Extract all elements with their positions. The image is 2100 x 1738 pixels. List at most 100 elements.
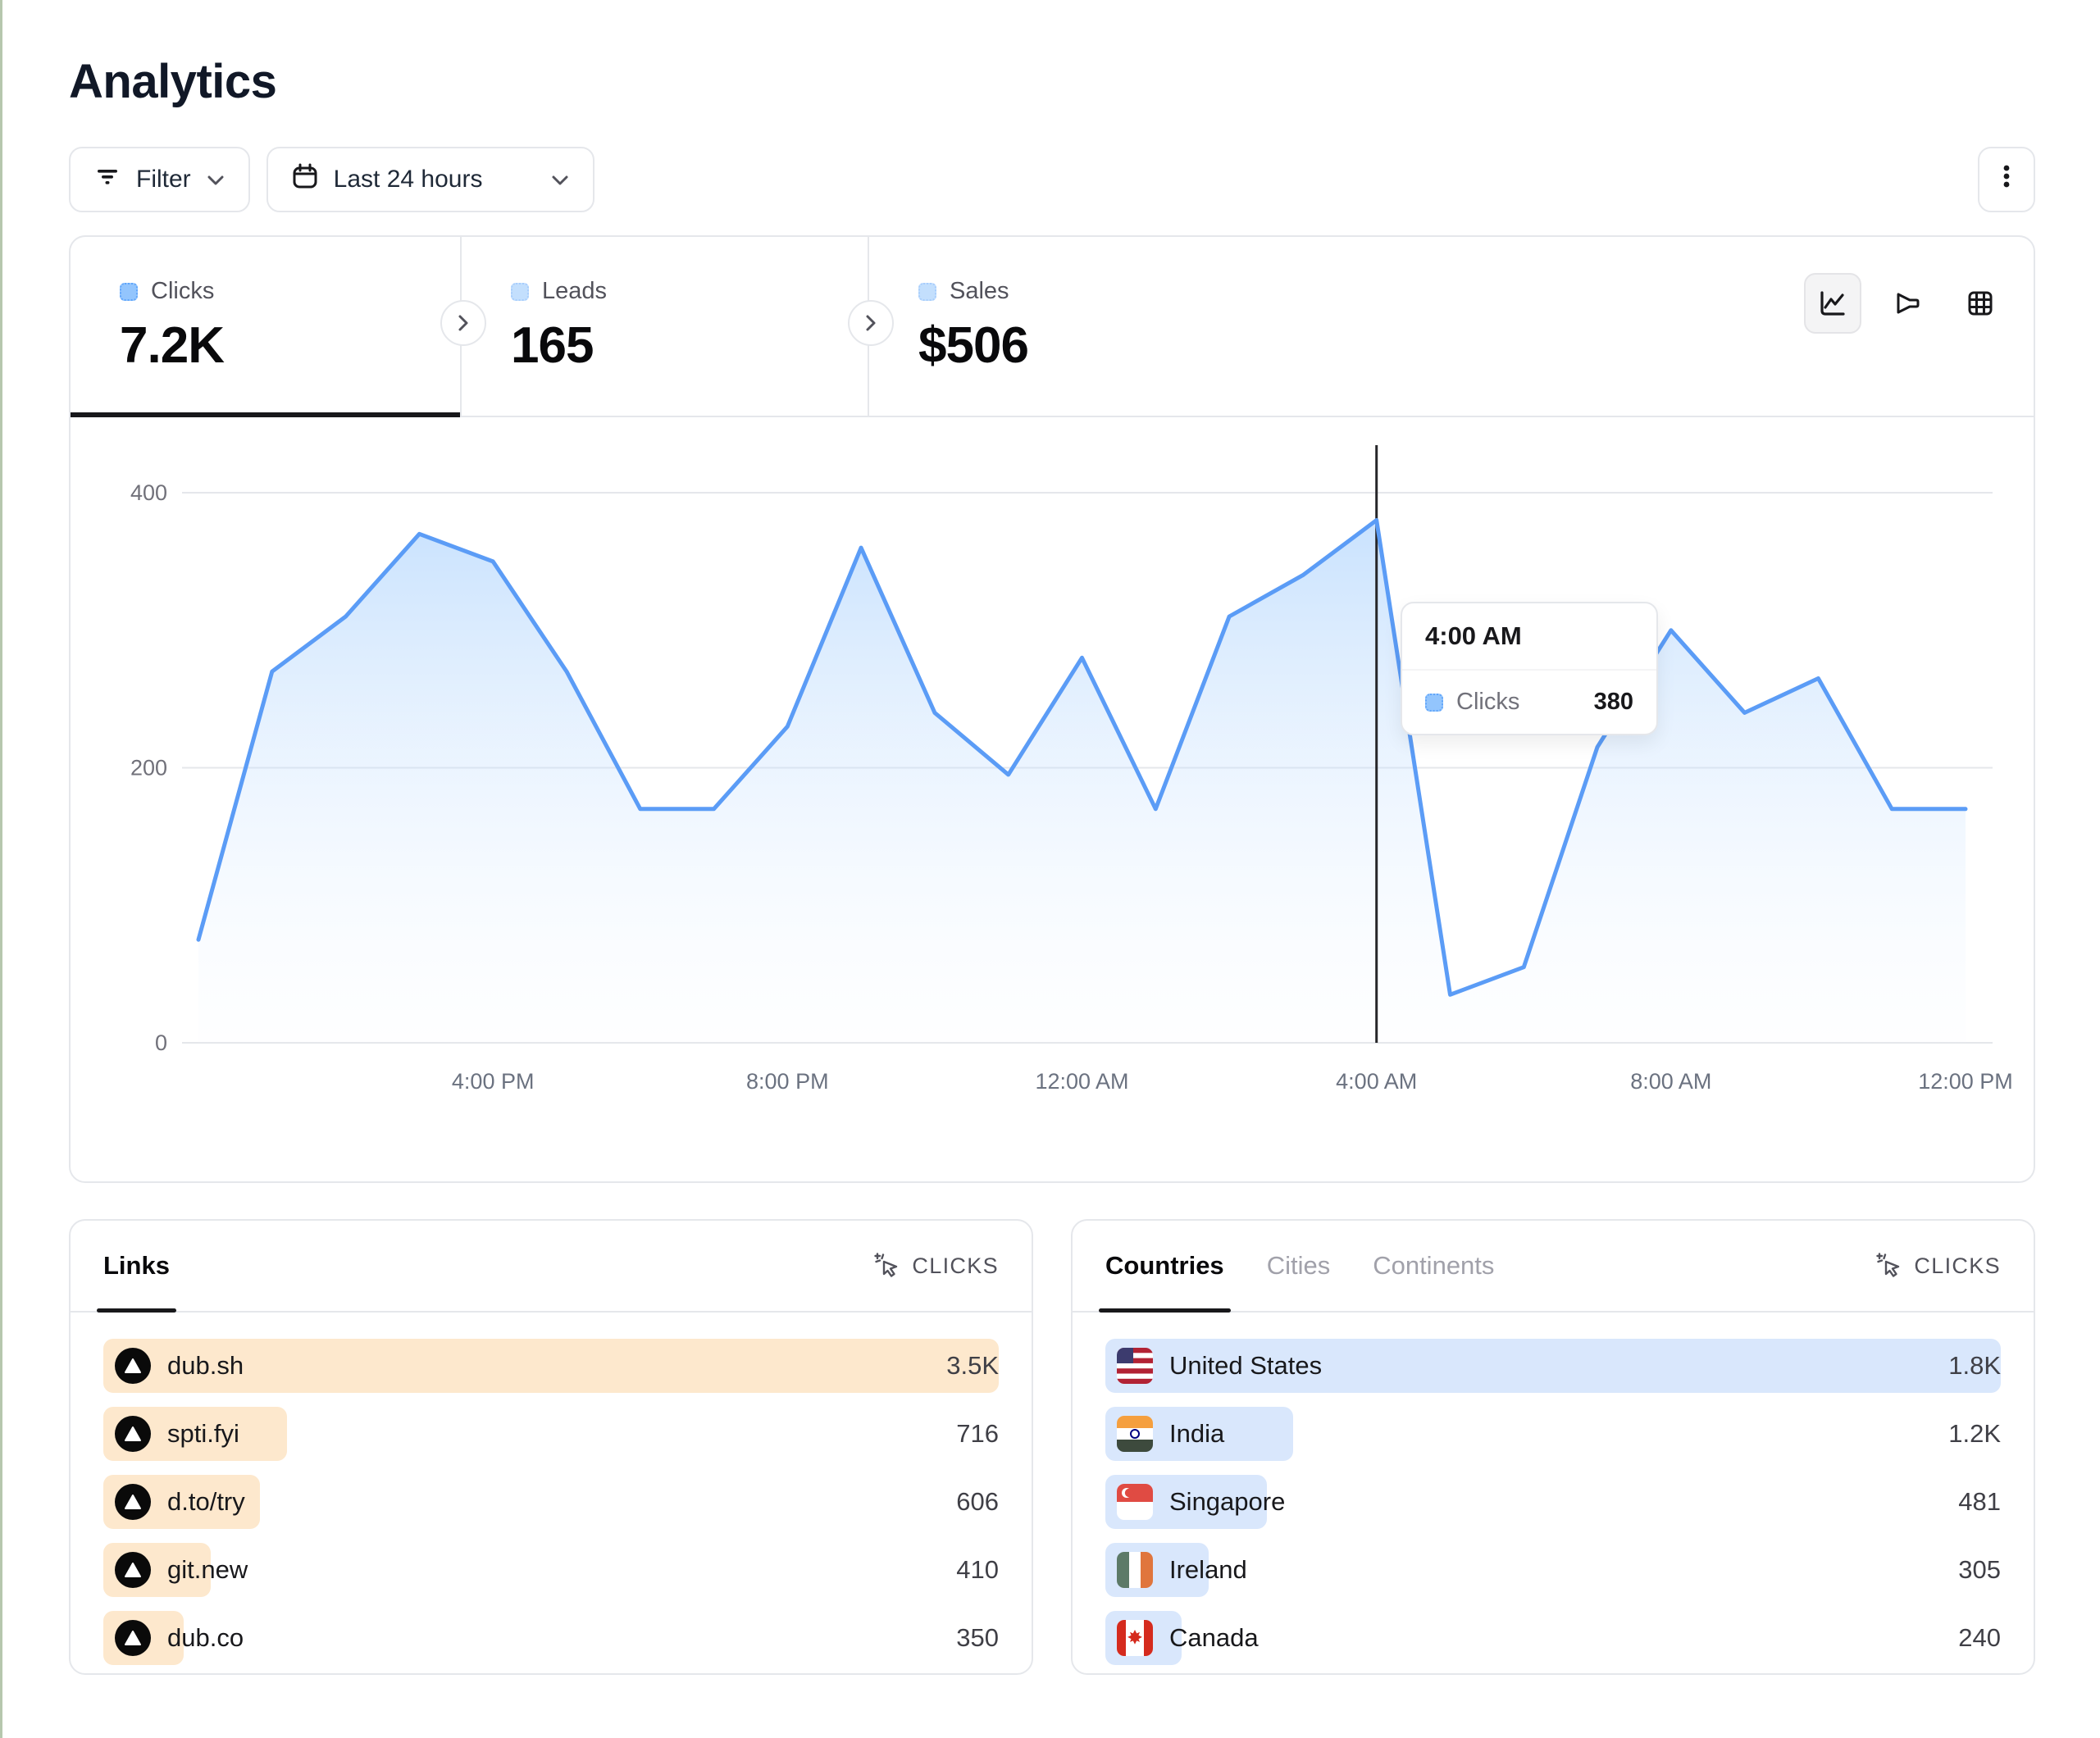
y-axis-tick-label: 400 xyxy=(130,480,167,505)
link-row[interactable]: git.new 410 xyxy=(103,1543,999,1597)
x-axis-tick-label: 4:00 PM xyxy=(452,1069,535,1094)
flag-india-icon xyxy=(1117,1416,1153,1452)
tab-continents-label: Continents xyxy=(1373,1251,1494,1281)
flag-ireland-icon xyxy=(1117,1552,1153,1588)
country-label: United States xyxy=(1169,1351,1322,1381)
analytics-page: Analytics Filter xyxy=(0,0,2100,1675)
link-label: dub.co xyxy=(167,1623,244,1653)
country-clicks-value: 1.8K xyxy=(1948,1351,2001,1381)
tooltip-time: 4:00 AM xyxy=(1402,603,1656,671)
line-chart-icon xyxy=(1817,288,1848,319)
country-row[interactable]: India 1.2K xyxy=(1105,1407,2001,1461)
chevron-down-icon xyxy=(206,166,225,193)
funnel-icon xyxy=(1891,288,1922,319)
page-title: Analytics xyxy=(69,54,2035,109)
country-clicks-value: 305 xyxy=(1958,1555,2001,1585)
filter-button-label: Filter xyxy=(136,166,191,193)
metric-label: Clicks xyxy=(151,278,214,305)
dub-logo-icon xyxy=(115,1484,151,1520)
cursor-click-icon xyxy=(1876,1253,1902,1279)
country-row[interactable]: Canada 240 xyxy=(1105,1611,2001,1665)
chart-tooltip: 4:00 AM Clicks 380 xyxy=(1401,602,1658,735)
link-row[interactable]: dub.sh 3.5K xyxy=(103,1339,999,1393)
clicks-series-chip-icon xyxy=(120,283,138,301)
y-axis-tick-label: 200 xyxy=(130,756,167,780)
links-metric-header[interactable]: CLICKS xyxy=(874,1253,999,1279)
tab-continents[interactable]: Continents xyxy=(1373,1221,1494,1311)
dub-logo-icon xyxy=(115,1620,151,1656)
country-label: India xyxy=(1169,1419,1224,1449)
grid-table-icon xyxy=(1965,288,1996,319)
y-axis-tick-label: 0 xyxy=(155,1031,167,1055)
flag-us-icon xyxy=(1117,1348,1153,1384)
analytics-card: Clicks 7.2K Leads 165 Sales $506 xyxy=(69,235,2035,1183)
metric-value: 7.2K xyxy=(120,316,460,375)
link-label: dub.sh xyxy=(167,1351,244,1381)
line-chart-view-button[interactable] xyxy=(1804,273,1861,334)
funnel-view-button[interactable] xyxy=(1878,273,1935,334)
tab-links[interactable]: Links xyxy=(103,1221,170,1311)
chart-view-mode-group xyxy=(1804,273,2009,334)
countries-metric-header[interactable]: CLICKS xyxy=(1876,1253,2001,1279)
tab-cities-label: Cities xyxy=(1267,1251,1331,1281)
country-row[interactable]: Singapore 481 xyxy=(1105,1475,2001,1529)
metric-label: Leads xyxy=(542,278,607,305)
link-clicks-value: 350 xyxy=(956,1623,999,1653)
tooltip-series-label: Clicks xyxy=(1456,689,1519,716)
country-label: Singapore xyxy=(1169,1487,1285,1517)
flag-canada-icon xyxy=(1117,1620,1153,1656)
x-axis-tick-label: 8:00 PM xyxy=(746,1069,829,1094)
country-clicks-value: 240 xyxy=(1958,1623,2001,1653)
countries-card-header: Countries Cities Continents CLICKS xyxy=(1073,1221,2034,1313)
links-card-header: Links CLICKS xyxy=(71,1221,1032,1313)
date-range-label: Last 24 hours xyxy=(334,166,483,193)
sales-series-chip-icon xyxy=(918,283,936,301)
flag-singapore-icon xyxy=(1117,1484,1153,1520)
link-clicks-value: 606 xyxy=(956,1487,999,1517)
chevron-right-icon xyxy=(863,313,879,333)
link-row[interactable]: dub.co 350 xyxy=(103,1611,999,1665)
clicks-series-chip-icon xyxy=(1425,694,1443,712)
date-range-button[interactable]: Last 24 hours xyxy=(266,147,594,212)
tab-links-label: Links xyxy=(103,1251,170,1281)
filter-icon xyxy=(93,162,121,197)
dub-logo-icon xyxy=(115,1552,151,1588)
link-label: git.new xyxy=(167,1555,248,1585)
countries-metric-header-label: CLICKS xyxy=(1914,1253,2001,1279)
clicks-chart-area: 02004004:00 PM8:00 PM12:00 AM4:00 AM8:00… xyxy=(71,417,2034,1181)
tab-countries-label: Countries xyxy=(1105,1251,1224,1281)
country-clicks-value: 1.2K xyxy=(1948,1419,2001,1449)
tab-clicks[interactable]: Clicks 7.2K xyxy=(71,237,462,416)
links-list: dub.sh 3.5K spti.fyi 716 d xyxy=(71,1313,1032,1665)
link-label: spti.fyi xyxy=(167,1419,239,1449)
breakdown-cards: Links CLICKS dub.sh 3.5 xyxy=(69,1219,2035,1675)
tab-leads[interactable]: Leads 165 xyxy=(462,237,869,416)
tab-countries[interactable]: Countries xyxy=(1105,1221,1224,1311)
filter-button[interactable]: Filter xyxy=(69,147,250,212)
metric-tabs: Clicks 7.2K Leads 165 Sales $506 xyxy=(71,237,2034,417)
metric-label: Sales xyxy=(950,278,1009,305)
leads-series-chip-icon xyxy=(511,283,529,301)
link-row[interactable]: spti.fyi 716 xyxy=(103,1407,999,1461)
x-axis-tick-label: 12:00 PM xyxy=(1918,1069,2013,1094)
tooltip-value: 380 xyxy=(1594,689,1633,716)
clicks-area-fill xyxy=(198,521,1966,1044)
tab-cities[interactable]: Cities xyxy=(1267,1221,1331,1311)
dub-logo-icon xyxy=(115,1416,151,1452)
kebab-menu-icon xyxy=(1989,159,2024,200)
country-label: Canada xyxy=(1169,1623,1259,1653)
x-axis-tick-label: 4:00 AM xyxy=(1336,1069,1417,1094)
screen-left-edge xyxy=(0,0,2,1738)
table-view-button[interactable] xyxy=(1952,273,2009,334)
x-axis-tick-label: 12:00 AM xyxy=(1035,1069,1128,1094)
link-row[interactable]: d.to/try 606 xyxy=(103,1475,999,1529)
expand-leads-step-button[interactable] xyxy=(848,300,894,346)
country-row[interactable]: Ireland 305 xyxy=(1105,1543,2001,1597)
expand-clicks-step-button[interactable] xyxy=(440,300,486,346)
country-row[interactable]: United States 1.8K xyxy=(1105,1339,2001,1393)
metric-value: 165 xyxy=(511,316,868,375)
clicks-chart[interactable]: 02004004:00 PM8:00 PM12:00 AM4:00 AM8:00… xyxy=(71,417,2034,1181)
more-options-button[interactable] xyxy=(1978,147,2035,212)
link-clicks-value: 410 xyxy=(956,1555,999,1585)
links-card: Links CLICKS dub.sh 3.5 xyxy=(69,1219,1033,1675)
